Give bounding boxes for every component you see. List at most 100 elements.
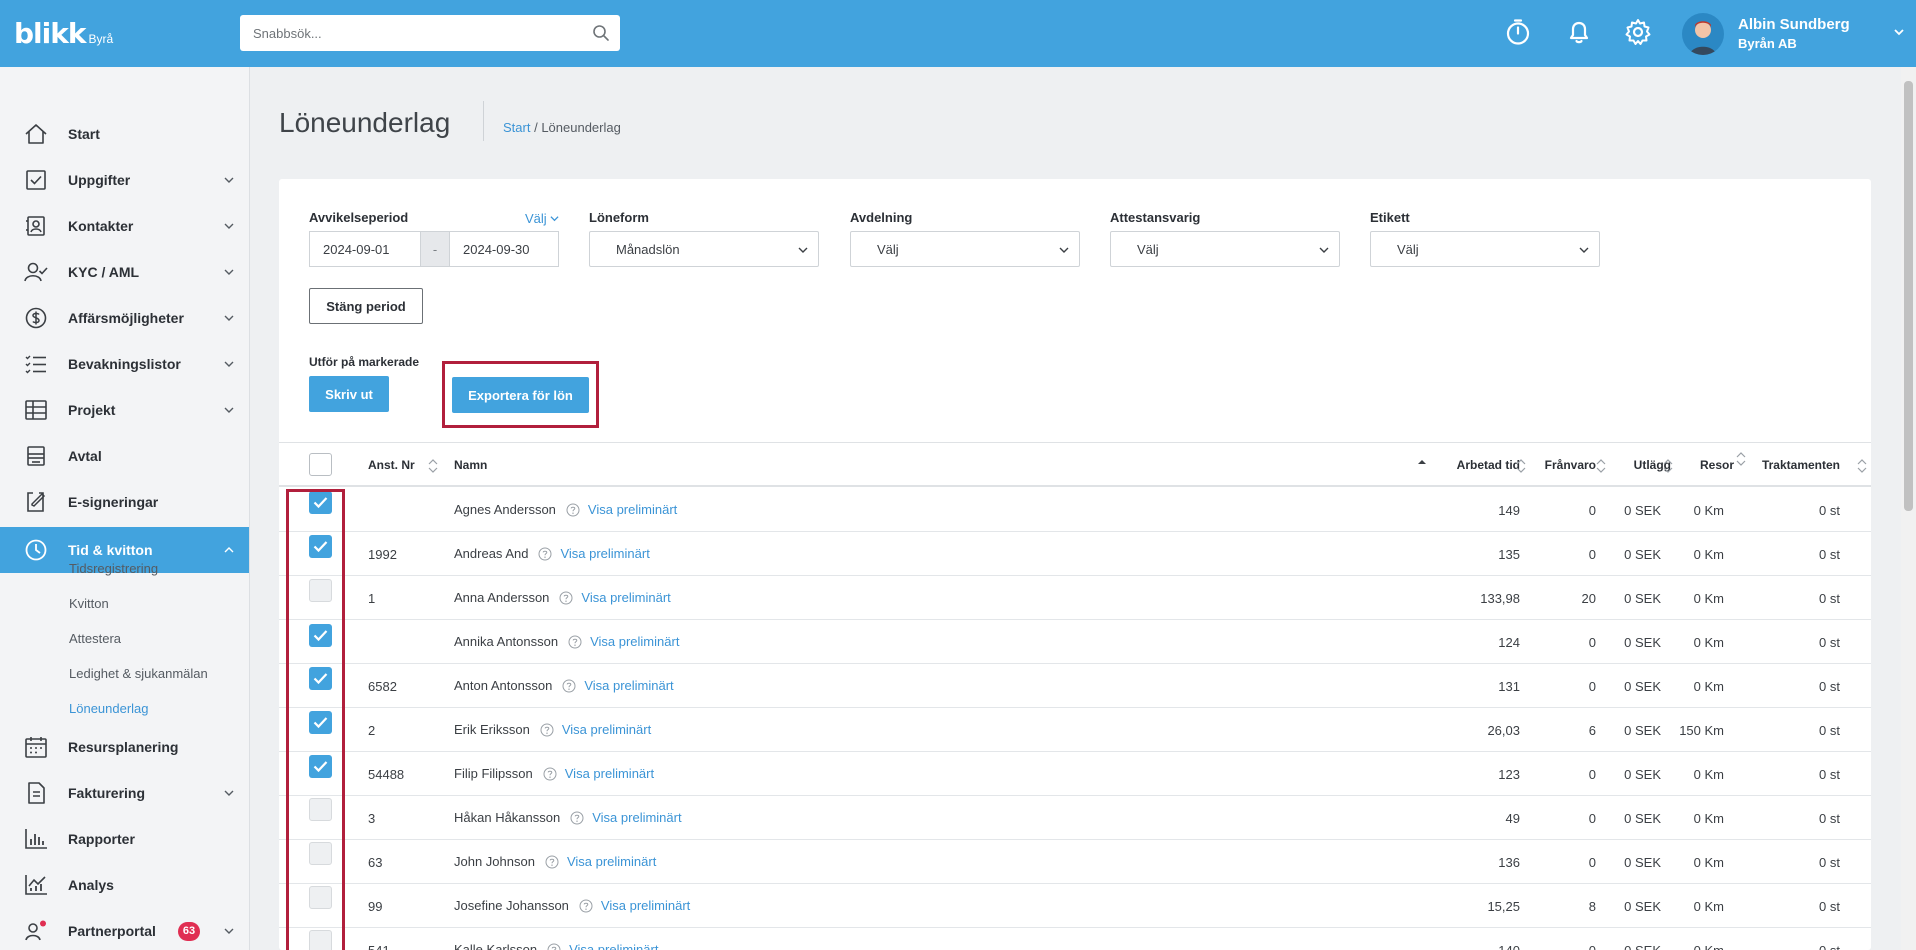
sidebar-item-avtal[interactable]: Avtal bbox=[0, 435, 249, 477]
sidebar-subitem-tidsregistrering[interactable]: Tidsregistrering bbox=[69, 561, 158, 576]
sidebar-subitem-ledighet[interactable]: Ledighet & sjukanmälan bbox=[69, 666, 208, 681]
scrollbar-thumb[interactable] bbox=[1904, 81, 1913, 511]
avdelning-select[interactable]: Välj bbox=[850, 231, 1080, 267]
help-icon[interactable] bbox=[568, 635, 582, 649]
etikett-select[interactable]: Välj bbox=[1370, 231, 1600, 267]
period-valj-link[interactable]: Välj bbox=[525, 211, 559, 226]
sort-icon[interactable] bbox=[428, 459, 438, 473]
sort-icon[interactable] bbox=[1857, 459, 1867, 473]
sidebar-item-bevakningslistor[interactable]: Bevakningslistor bbox=[0, 343, 249, 385]
signature-icon bbox=[27, 492, 46, 512]
sidebar-item-uppgifter[interactable]: Uppgifter bbox=[0, 159, 249, 201]
show-preliminary-link[interactable]: Visa preliminärt bbox=[601, 898, 690, 913]
sidebar-item-start[interactable]: Start bbox=[0, 113, 249, 155]
close-period-button[interactable]: Stäng period bbox=[309, 288, 423, 324]
show-preliminary-link[interactable]: Visa preliminärt bbox=[581, 590, 670, 605]
sidebar-item-kyc-aml[interactable]: KYC / AML bbox=[0, 251, 249, 293]
loneform-select[interactable]: Månadslön bbox=[589, 231, 819, 267]
sidebar-subitem-attestera[interactable]: Attestera bbox=[69, 631, 121, 646]
col-header-arbetad-tid[interactable]: Arbetad tid bbox=[1445, 458, 1520, 472]
col-header-utlagg[interactable]: Utlägg bbox=[1609, 458, 1671, 472]
cell-franvaro: 0 bbox=[1588, 855, 1596, 870]
cell-traktamenten: 0 st bbox=[1749, 943, 1840, 950]
sort-icon[interactable] bbox=[1663, 459, 1673, 473]
help-icon[interactable] bbox=[547, 943, 561, 950]
chevron-down-icon bbox=[224, 269, 234, 275]
cell-resor: 150 Km bbox=[1679, 723, 1724, 738]
help-icon[interactable] bbox=[566, 503, 580, 517]
bell-icon[interactable] bbox=[1564, 17, 1594, 47]
cell-franvaro: 20 bbox=[1581, 591, 1596, 606]
sort-asc-icon[interactable] bbox=[1417, 457, 1427, 471]
help-icon[interactable] bbox=[543, 767, 557, 781]
logo-sub: Byrå bbox=[88, 32, 114, 46]
cell-traktamenten: 0 st bbox=[1819, 723, 1840, 738]
print-button[interactable]: Skriv ut bbox=[309, 376, 389, 412]
show-preliminary-link[interactable]: Visa preliminärt bbox=[560, 546, 649, 561]
help-icon[interactable] bbox=[545, 855, 559, 869]
col-header-anst-nr[interactable]: Anst. Nr bbox=[368, 458, 415, 472]
sort-icon[interactable] bbox=[1596, 459, 1606, 473]
show-preliminary-link[interactable]: Visa preliminärt bbox=[562, 722, 651, 737]
date-from-input[interactable]: 2024-09-01 bbox=[309, 231, 421, 267]
logo[interactable]: blikk Byrå bbox=[14, 17, 113, 50]
sidebar-subitem-loneunderlag[interactable]: Löneunderlag bbox=[69, 701, 149, 716]
sidebar-item-partnerportal[interactable]: Partnerportal 63 bbox=[0, 910, 249, 950]
help-icon[interactable] bbox=[540, 723, 554, 737]
sidebar-item-label: Tid & kvitton bbox=[68, 542, 153, 558]
show-preliminary-link[interactable]: Visa preliminärt bbox=[584, 678, 673, 693]
cell-anst-nr: 54488 bbox=[368, 767, 405, 782]
show-preliminary-link[interactable]: Visa preliminärt bbox=[590, 634, 679, 649]
sidebar-item-rapporter[interactable]: Rapporter bbox=[0, 818, 249, 860]
export-payroll-button[interactable]: Exportera för lön bbox=[452, 377, 589, 413]
show-preliminary-link[interactable]: Visa preliminärt bbox=[592, 810, 681, 825]
show-preliminary-link[interactable]: Visa preliminärt bbox=[567, 854, 656, 869]
employee-name: Annika Antonsson bbox=[454, 634, 559, 649]
help-icon[interactable] bbox=[570, 811, 584, 825]
cell-resor: 0 Km bbox=[1693, 635, 1724, 650]
sidebar-item-resursplanering[interactable]: Resursplanering bbox=[0, 726, 249, 768]
sidebar-subitem-kvitton[interactable]: Kvitton bbox=[69, 596, 109, 611]
employee-name: Erik Eriksson bbox=[454, 722, 530, 737]
cell-name: Kalle Karlsson Visa preliminärt bbox=[454, 942, 658, 950]
sidebar-item-kontakter[interactable]: Kontakter bbox=[0, 205, 249, 247]
col-header-traktamenten[interactable]: Traktamenten bbox=[1749, 458, 1840, 472]
help-icon[interactable] bbox=[538, 547, 552, 561]
cell-arbetad-tid: 136 bbox=[1498, 855, 1520, 870]
period-label: Avvikelseperiod bbox=[309, 210, 409, 225]
gear-icon[interactable] bbox=[1623, 17, 1653, 47]
col-header-resor[interactable]: Resor bbox=[1679, 458, 1734, 472]
cell-resor: 0 Km bbox=[1693, 591, 1724, 606]
date-to-input[interactable]: 2024-09-30 bbox=[449, 231, 559, 267]
cell-anst-nr: 99 bbox=[368, 899, 383, 914]
breadcrumb-start-link[interactable]: Start bbox=[503, 120, 530, 135]
show-preliminary-link[interactable]: Visa preliminärt bbox=[565, 766, 654, 781]
show-preliminary-link[interactable]: Visa preliminärt bbox=[569, 942, 658, 950]
sort-icon[interactable] bbox=[1736, 452, 1746, 466]
cell-anst-nr: 1992 bbox=[368, 547, 397, 562]
stopwatch-icon[interactable] bbox=[1503, 17, 1533, 47]
cell-franvaro: 6 bbox=[1588, 723, 1596, 738]
select-all-checkbox[interactable] bbox=[309, 453, 332, 476]
sidebar-item-analys[interactable]: Analys bbox=[0, 864, 249, 906]
help-icon[interactable] bbox=[562, 679, 576, 693]
attestansvarig-select[interactable]: Välj bbox=[1110, 231, 1340, 267]
sidebar-item-projekt[interactable]: Projekt bbox=[0, 389, 249, 431]
sidebar-item-affarsmojligheter[interactable]: Affärsmöjligheter bbox=[0, 297, 249, 339]
col-header-namn[interactable]: Namn bbox=[454, 458, 487, 472]
actions-label: Utför på markerade bbox=[309, 355, 420, 369]
search-input[interactable] bbox=[240, 15, 570, 51]
scrollbar[interactable] bbox=[1901, 67, 1916, 950]
user-menu[interactable]: Albin Sundberg Byrån AB bbox=[1682, 13, 1916, 55]
col-header-franvaro[interactable]: Frånvaro bbox=[1539, 458, 1596, 472]
help-icon[interactable] bbox=[579, 899, 593, 913]
sidebar-item-e-signeringar[interactable]: E-signeringar bbox=[0, 481, 249, 523]
help-icon[interactable] bbox=[559, 591, 573, 605]
sort-icon[interactable] bbox=[1516, 459, 1526, 473]
show-preliminary-link[interactable]: Visa preliminärt bbox=[588, 502, 677, 517]
avatar bbox=[1682, 13, 1724, 55]
cell-resor: 0 Km bbox=[1693, 767, 1724, 782]
sidebar-item-fakturering[interactable]: Fakturering bbox=[0, 772, 249, 814]
search-icon[interactable] bbox=[592, 24, 610, 42]
cell-traktamenten: 0 st bbox=[1819, 503, 1840, 518]
